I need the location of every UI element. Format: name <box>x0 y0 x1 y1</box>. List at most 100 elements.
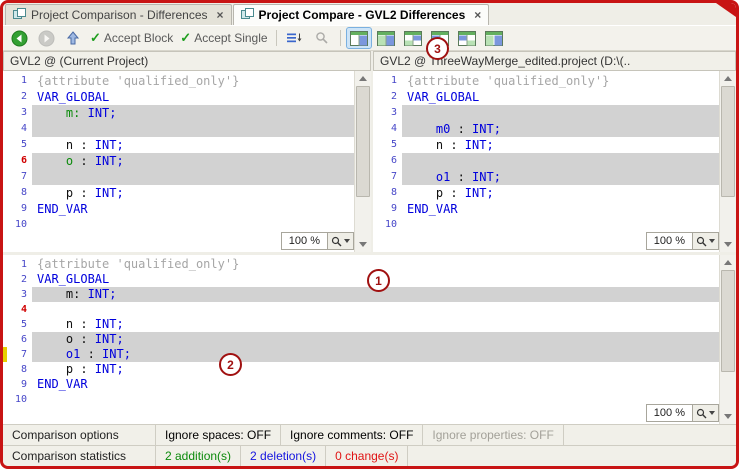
navigate-differences-button[interactable] <box>283 28 307 48</box>
view-mode-5-button[interactable] <box>455 28 479 48</box>
toolbar-separator <box>276 30 277 46</box>
accept-single-button[interactable]: ✓ Accept Single <box>178 28 269 48</box>
zoom-level[interactable]: 100 % <box>282 233 327 249</box>
scroll-down-button[interactable] <box>720 237 736 252</box>
code-token: n : <box>37 317 95 331</box>
zoom-level[interactable]: 100 % <box>647 405 692 421</box>
code-text: END_VAR <box>32 201 354 217</box>
scroll-up-button[interactable] <box>720 71 736 86</box>
code-line: 2VAR_GLOBAL <box>3 89 354 105</box>
code-line: 5 n : INT; <box>3 317 719 332</box>
line-number: 1 <box>7 73 32 89</box>
accept-block-button[interactable]: ✓ Accept Block <box>88 28 175 48</box>
left-zoom-control: 100 % <box>281 232 354 250</box>
find-button[interactable] <box>310 28 334 48</box>
code-line: 3 m: INT; <box>3 105 354 121</box>
tab-project-compare-gvl2-differences[interactable]: Project Compare - GVL2 Differences × <box>233 4 490 25</box>
code-text: p : INT; <box>402 185 719 201</box>
view-mode-3-icon <box>404 31 422 46</box>
comparison-options-bar: Comparison options Ignore spaces: OFF Ig… <box>3 424 736 445</box>
code-text <box>32 302 719 317</box>
code-text: n : INT; <box>32 317 719 332</box>
code-token: INT; <box>95 186 124 200</box>
pane-headers: GVL2 @ (Current Project) GVL2 @ ThreeWay… <box>3 51 736 71</box>
scrollbar-track[interactable] <box>720 86 736 237</box>
code-text <box>32 121 354 137</box>
zoom-button[interactable] <box>327 233 353 249</box>
zoom-button[interactable] <box>692 233 718 249</box>
up-button[interactable] <box>61 28 85 48</box>
callout-3: 3 <box>426 37 449 60</box>
scrollbar-thumb[interactable] <box>721 86 735 197</box>
changes-count: 0 change(s) <box>326 446 408 466</box>
code-token: INT; <box>95 138 124 152</box>
check-icon: ✓ <box>90 30 101 46</box>
scrollbar-thumb[interactable] <box>356 86 370 197</box>
code-token <box>37 106 66 120</box>
merged-code-editor[interactable]: 1{attribute 'qualified_only'}2VAR_GLOBAL… <box>3 255 719 424</box>
code-line: 1 {attribute 'qualified_only'} <box>373 73 719 89</box>
view-mode-1-icon <box>350 31 368 46</box>
code-line: 8 p : INT; <box>3 185 354 201</box>
zoom-level[interactable]: 100 % <box>647 233 692 249</box>
zoom-magnifier-icon <box>331 236 342 247</box>
left-vertical-scrollbar[interactable] <box>354 71 371 252</box>
right-code-editor[interactable]: 1{attribute 'qualified_only'}2VAR_GLOBAL… <box>373 71 719 252</box>
scroll-up-button[interactable] <box>355 71 371 86</box>
code-token: INT; <box>88 106 117 120</box>
line-number: 10 <box>7 392 32 407</box>
tab-project-comparison-differences[interactable]: Project Comparison - Differences × <box>5 4 232 25</box>
tab-close-icon[interactable]: × <box>474 8 481 22</box>
right-vertical-scrollbar[interactable] <box>719 71 736 252</box>
ignore-comments-toggle[interactable]: Ignore comments: OFF <box>281 425 423 445</box>
scrollbar-track[interactable] <box>720 270 736 409</box>
code-token: p : <box>407 186 465 200</box>
code-text: END_VAR <box>32 377 719 392</box>
project-compare-window: Project Comparison - Differences × Proje… <box>0 0 739 469</box>
options-bar-filler <box>564 425 736 445</box>
merged-vertical-scrollbar[interactable] <box>719 255 736 424</box>
line-number: 8 <box>7 362 32 377</box>
code-token: {attribute 'qualified_only'} <box>407 74 609 88</box>
code-token: INT; <box>95 317 124 331</box>
code-line: 6 o : INT; <box>3 332 719 347</box>
scroll-down-button[interactable] <box>720 409 736 424</box>
scrollbar-thumb[interactable] <box>721 270 735 372</box>
tab-label: Project Compare - GVL2 Differences <box>259 8 466 22</box>
scroll-up-arrow-icon <box>724 260 732 265</box>
line-number: 2 <box>7 89 32 105</box>
callout-2: 2 <box>219 353 242 376</box>
code-line: 9END_VAR <box>3 377 719 392</box>
code-line: 10 <box>3 217 354 233</box>
zoom-dropdown-icon <box>709 239 715 243</box>
scrollbar-track[interactable] <box>355 86 371 237</box>
code-line: 7 o1 : INT; <box>373 169 719 185</box>
view-mode-2-button[interactable] <box>374 28 398 48</box>
code-token: p : <box>37 186 95 200</box>
code-line: 9END_VAR <box>3 201 354 217</box>
accept-single-label: Accept Single <box>194 31 267 45</box>
zoom-button[interactable] <box>692 405 718 421</box>
left-code-editor[interactable]: 1{attribute 'qualified_only'}2VAR_GLOBAL… <box>3 71 354 252</box>
code-line: 5 n : INT; <box>3 137 354 153</box>
scroll-up-button[interactable] <box>720 255 736 270</box>
ignore-properties-toggle[interactable]: Ignore properties: OFF <box>423 425 563 445</box>
view-mode-6-button[interactable] <box>482 28 506 48</box>
forward-button[interactable] <box>34 28 58 48</box>
code-text: VAR_GLOBAL <box>402 89 719 105</box>
tab-close-icon[interactable]: × <box>217 8 224 22</box>
code-text <box>32 169 354 185</box>
scroll-up-arrow-icon <box>724 76 732 81</box>
view-mode-3-button[interactable] <box>401 28 425 48</box>
ignore-spaces-toggle[interactable]: Ignore spaces: OFF <box>156 425 281 445</box>
code-token: INT; <box>465 138 494 152</box>
statistics-bar-filler <box>408 446 736 466</box>
code-token: {attribute 'qualified_only'} <box>37 257 239 271</box>
back-button[interactable] <box>7 28 31 48</box>
code-text <box>402 105 719 121</box>
scroll-down-button[interactable] <box>355 237 371 252</box>
code-token: o1 <box>66 347 80 361</box>
line-number: 1 <box>377 73 402 89</box>
view-mode-1-button[interactable] <box>347 28 371 48</box>
code-line: 2VAR_GLOBAL <box>3 272 719 287</box>
